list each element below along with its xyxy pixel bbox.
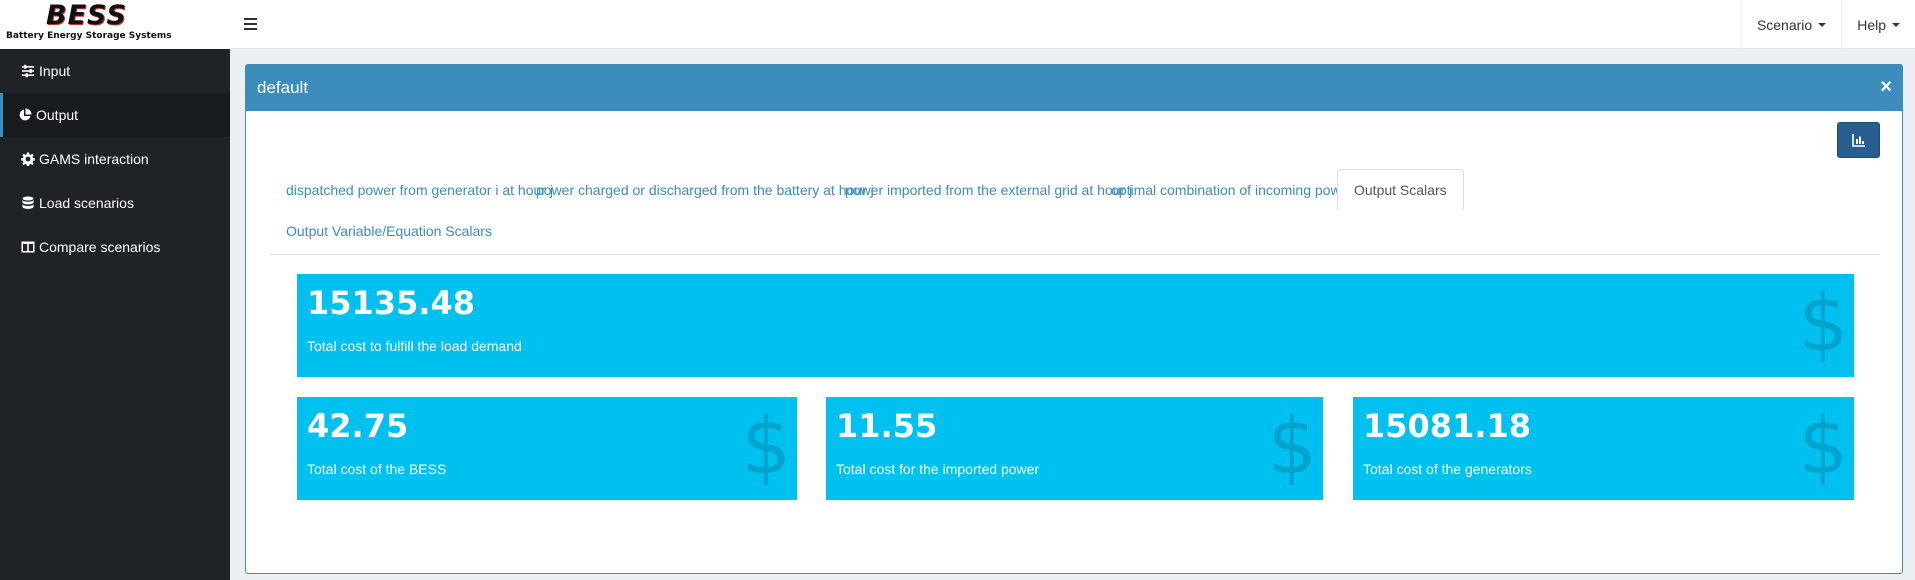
scenario-dropdown[interactable]: Scenario <box>1740 0 1841 49</box>
value-box-bess-cost: 42.75 Total cost of the BESS $ <box>297 397 797 500</box>
help-dropdown-label: Help <box>1857 16 1886 33</box>
tab-variable-equation-scalars[interactable]: Output Variable/Equation Scalars <box>270 210 508 251</box>
caret-down-icon <box>1892 22 1900 27</box>
chart-toggle-button[interactable] <box>1837 122 1880 158</box>
sidebar-item-input[interactable]: Input <box>0 49 230 93</box>
dollar-icon: $ <box>1798 279 1848 369</box>
box-title: default <box>257 78 309 97</box>
dollar-icon: $ <box>1798 402 1848 492</box>
logo-title: BESS <box>46 0 127 31</box>
sidebar-item-output[interactable]: Output <box>0 93 230 137</box>
output-tabs: dispatched power from generator i at hou… <box>270 169 1880 255</box>
top-header: BESS Battery Energy Storage Systems Scen… <box>0 0 1915 49</box>
value-box-value: 15135.48 <box>307 284 476 322</box>
value-box-total-cost: 15135.48 Total cost to fulfill the load … <box>297 274 1854 377</box>
sidebar-item-label: Compare scenarios <box>39 239 161 255</box>
dollar-icon: $ <box>1267 402 1317 492</box>
gear-icon <box>21 152 35 166</box>
sidebar-item-load-scenarios[interactable]: Load scenarios <box>0 181 230 225</box>
top-nav: Scenario Help <box>1740 0 1915 49</box>
sidebar-item-label: GAMS interaction <box>39 151 149 167</box>
hamburger-icon[interactable] <box>244 14 260 34</box>
value-box-label: Total cost of the generators <box>1363 461 1532 477</box>
sliders-icon <box>21 64 35 78</box>
scenario-dropdown-label: Scenario <box>1756 16 1813 33</box>
logo-subtitle: Battery Energy Storage Systems <box>6 31 172 41</box>
sidebar-item-label: Load scenarios <box>39 195 134 211</box>
pie-chart-icon <box>18 108 32 122</box>
tab-output-scalars[interactable]: Output Scalars <box>1337 169 1464 210</box>
database-icon <box>21 196 35 210</box>
line-chart-icon <box>1851 134 1865 147</box>
sidebar-item-compare-scenarios[interactable]: Compare scenarios <box>0 225 230 269</box>
close-icon[interactable]: × <box>1880 75 1892 99</box>
sidebar-item-label: Input <box>39 63 71 79</box>
sidebar-item-gams-interaction[interactable]: GAMS interaction <box>0 137 230 181</box>
columns-icon <box>21 240 35 254</box>
value-box-label: Total cost of the BESS <box>307 461 447 477</box>
value-box-label: Total cost to fulfill the load demand <box>307 338 522 354</box>
box-header: default × <box>246 65 1902 111</box>
value-box-value: 15081.18 <box>1363 407 1532 445</box>
sidebar: Input Output GAMS interaction Load scena… <box>0 49 230 580</box>
dollar-icon: $ <box>741 402 791 492</box>
help-dropdown[interactable]: Help <box>1841 0 1915 49</box>
logo[interactable]: BESS Battery Energy Storage Systems <box>0 0 230 49</box>
value-box-value: 42.75 <box>307 407 409 445</box>
caret-down-icon <box>1818 22 1827 27</box>
value-box-generators-cost: 15081.18 Total cost of the generators $ <box>1353 397 1854 500</box>
value-box-label: Total cost for the imported power <box>836 461 1040 477</box>
value-box-value: 11.55 <box>836 407 938 445</box>
value-box-imported-power-cost: 11.55 Total cost for the imported power … <box>826 397 1323 500</box>
sidebar-item-label: Output <box>36 107 79 123</box>
scenario-box: default × dispatched power from generato… <box>245 64 1903 574</box>
